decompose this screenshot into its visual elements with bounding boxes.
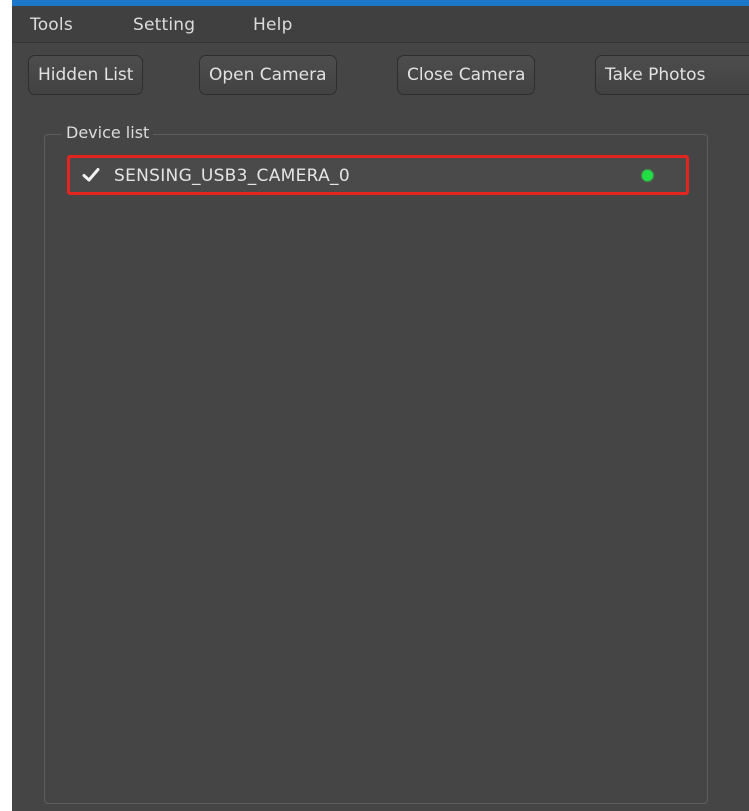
close-camera-button[interactable]: Close Camera [397,55,536,95]
open-camera-button[interactable]: Open Camera [199,55,337,95]
toolbar: Hidden List Open Camera Close Camera Tak… [12,43,749,107]
menu-bar: Tools Setting Help [12,6,749,43]
status-indicator-icon [642,170,653,181]
menu-tools[interactable]: Tools [30,14,73,36]
device-list-panel: Device list SENSING_USB3_CAMERA_0 [44,122,708,804]
menu-help[interactable]: Help [253,14,293,36]
checkmark-icon[interactable] [82,166,100,184]
hidden-list-button[interactable]: Hidden List [28,55,144,95]
device-list-item[interactable]: SENSING_USB3_CAMERA_0 [67,155,689,195]
app-window: Tools Setting Help Hidden List Open Came… [12,0,749,811]
device-name: SENSING_USB3_CAMERA_0 [114,166,350,186]
take-photos-button[interactable]: Take Photos [595,55,749,95]
device-list-title: Device list [62,122,154,144]
menu-setting[interactable]: Setting [133,14,195,36]
